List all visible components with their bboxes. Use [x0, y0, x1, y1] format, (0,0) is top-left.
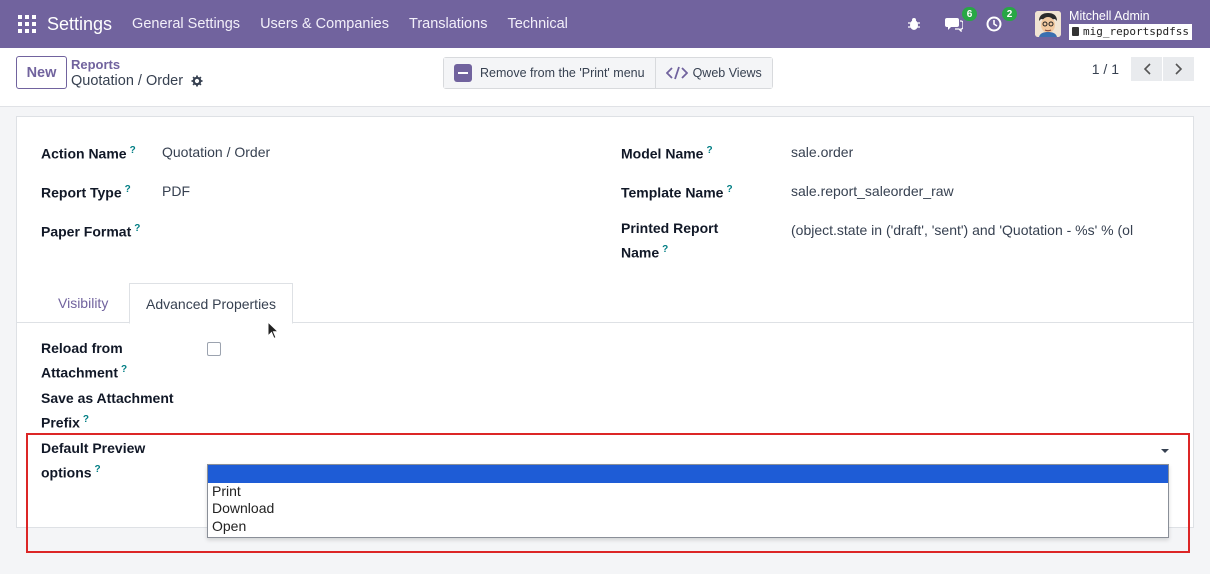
- mouse-cursor-icon: [267, 321, 279, 340]
- caret-down-icon: [1161, 449, 1169, 453]
- model-name-value[interactable]: sale.order: [791, 142, 853, 163]
- remove-from-print-button[interactable]: Remove from the 'Print' menu: [444, 58, 655, 88]
- messages-icon[interactable]: 6: [943, 7, 978, 35]
- control-panel: New Reports Quotation / Order Remove fro…: [0, 48, 1210, 107]
- printed-report-name-label: Printed Report Name?: [621, 220, 719, 261]
- menu-general-settings[interactable]: General Settings: [132, 16, 240, 32]
- minus-square-icon: [454, 64, 472, 82]
- template-name-label: Template Name?: [621, 184, 733, 201]
- default-preview-options-label: Default Preview options?: [41, 440, 146, 481]
- navbar-systray: 6 2 Mitchell Admin mig_reportspdfss: [903, 0, 1210, 48]
- report-type-value[interactable]: PDF: [162, 181, 190, 202]
- record-title: Quotation / Order: [71, 73, 184, 89]
- breadcrumb: Reports Quotation / Order: [71, 57, 203, 89]
- help-icon[interactable]: ?: [662, 244, 668, 255]
- pager: 1 / 1: [1092, 57, 1194, 81]
- pager-next-button[interactable]: [1163, 57, 1194, 81]
- paper-format-label: Paper Format?: [41, 223, 141, 240]
- avatar[interactable]: [1035, 11, 1062, 37]
- notebook-tabs: Visibility Advanced Properties: [17, 283, 1193, 324]
- option-empty[interactable]: [208, 465, 1168, 483]
- reload-from-attachment-checkbox[interactable]: [207, 342, 221, 356]
- option-print[interactable]: Print: [208, 483, 1168, 501]
- default-preview-dropdown: Print Download Open: [207, 464, 1169, 538]
- user-name: Mitchell Admin: [1069, 8, 1150, 23]
- help-icon[interactable]: ?: [95, 464, 101, 475]
- action-button-group: Remove from the 'Print' menu Qweb Views: [443, 57, 773, 89]
- option-download[interactable]: Download: [208, 500, 1168, 518]
- breadcrumb-reports[interactable]: Reports: [71, 57, 203, 72]
- top-navbar: Settings General Settings Users & Compan…: [0, 0, 1210, 48]
- chevron-right-icon: [1174, 63, 1182, 75]
- menu-technical[interactable]: Technical: [507, 16, 567, 32]
- app-brand[interactable]: Settings: [47, 14, 112, 35]
- option-open[interactable]: Open: [208, 518, 1168, 536]
- help-icon[interactable]: ?: [134, 223, 140, 234]
- activities-badge: 2: [1002, 7, 1018, 21]
- menu-translations[interactable]: Translations: [409, 16, 487, 32]
- save-as-attachment-prefix-label: Save as Attachment Prefix?: [41, 390, 174, 431]
- database-badge: mig_reportspdfss: [1069, 23, 1192, 40]
- action-name-label: Action Name?: [41, 145, 136, 162]
- apps-grid-icon[interactable]: [18, 15, 36, 33]
- printed-report-name-value[interactable]: (object.state in ('draft', 'sent') and '…: [791, 220, 1151, 241]
- breadcrumb-current: Quotation / Order: [71, 73, 203, 89]
- model-name-label: Model Name?: [621, 145, 713, 162]
- new-button[interactable]: New: [16, 56, 67, 89]
- activity-clock-icon[interactable]: 2: [983, 7, 1018, 35]
- report-type-label: Report Type?: [41, 184, 131, 201]
- help-icon[interactable]: ?: [726, 184, 732, 195]
- help-icon[interactable]: ?: [130, 145, 136, 156]
- reload-from-attachment-label: Reload from Attachment?: [41, 340, 128, 381]
- user-menu[interactable]: Mitchell Admin mig_reportspdfss: [1069, 9, 1192, 40]
- pager-value[interactable]: 1 / 1: [1092, 61, 1119, 77]
- database-icon: [1072, 27, 1080, 36]
- help-icon[interactable]: ?: [706, 145, 712, 156]
- pager-previous-button[interactable]: [1131, 57, 1162, 81]
- chevron-left-icon: [1143, 63, 1151, 75]
- qweb-views-label: Qweb Views: [692, 66, 762, 80]
- remove-from-print-label: Remove from the 'Print' menu: [480, 66, 645, 80]
- menu-users-companies[interactable]: Users & Companies: [260, 16, 389, 32]
- help-icon[interactable]: ?: [121, 364, 127, 375]
- qweb-views-button[interactable]: Qweb Views: [654, 58, 772, 88]
- code-icon: [665, 66, 688, 80]
- help-icon[interactable]: ?: [125, 184, 131, 195]
- bug-icon[interactable]: [903, 13, 925, 35]
- default-preview-select[interactable]: [207, 440, 1175, 462]
- template-name-value[interactable]: sale.report_saleorder_raw: [791, 181, 954, 202]
- help-icon[interactable]: ?: [83, 414, 89, 425]
- gear-icon[interactable]: [191, 75, 203, 87]
- tab-advanced-properties[interactable]: Advanced Properties: [129, 283, 293, 324]
- tab-visibility[interactable]: Visibility: [42, 283, 124, 323]
- action-name-value[interactable]: Quotation / Order: [162, 142, 270, 163]
- database-name: mig_reportspdfss: [1083, 24, 1189, 38]
- messages-badge: 6: [962, 7, 978, 21]
